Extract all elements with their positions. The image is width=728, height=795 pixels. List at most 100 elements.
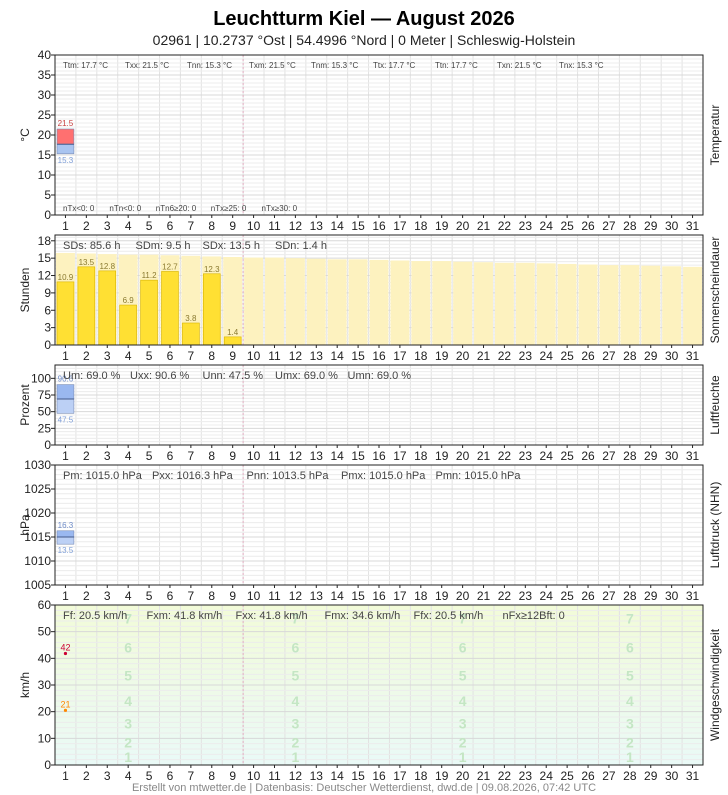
x-tick-label: 21 [477,769,491,783]
x-tick-label: 6 [167,769,174,783]
data-marks: 10.9 13.5 12.8 6.9 11.2 12.7 3.8 12.3 1.4 [56,252,702,346]
x-tick-label: 19 [435,769,449,783]
beaufort-mark: 3 [626,716,634,732]
x-tick-label: 17 [393,449,407,463]
x-tick-label: 10 [247,449,261,463]
stat-bottom: nTn<0: 0 [109,204,141,213]
x-tick-label: 15 [351,219,365,233]
x-tick-label: 30 [665,349,679,363]
stat-top: Fxx: 41.8 km/h [236,610,308,622]
x-tick-label: 19 [435,589,449,603]
x-tick-label: 25 [560,219,574,233]
x-tick-label: 14 [331,769,345,783]
x-tick-label: 1 [62,219,69,233]
data-label-sunshine: 1.4 [227,328,239,337]
x-tick-label: 14 [331,449,345,463]
x-tick-label: 20 [456,349,470,363]
x-tick-label: 15 [351,449,365,463]
panel-pressure: 16.3 13.5 Pm: 1015.0 hPa Pxx: 1016.3 hPa Pnn… [18,458,722,603]
y-tick-label: 50 [38,625,52,639]
stat-top: Tnm: 15.3 °C [311,61,358,70]
y-tick-label: 3 [44,321,51,335]
bar-possible-sunshine [244,257,264,345]
x-tick-label: 18 [414,589,428,603]
x-tick-label: 9 [229,349,236,363]
x-tick-label: 31 [686,219,700,233]
y-axis-ticks: 0 3 6 9 12 15 18 [38,234,55,352]
x-tick-label: 16 [372,449,386,463]
x-tick-label: 4 [125,589,132,603]
beaufort-mark: 5 [459,668,467,684]
x-tick-label: 2 [83,219,90,233]
panel-background [55,465,703,585]
bar-sunshine [77,266,96,346]
beaufort-mark: 2 [291,734,299,750]
bar-lower-pressure [56,536,75,545]
beaufort-mark: 5 [626,668,634,684]
y-tick-label: 15 [38,251,52,265]
data-label-sunshine: 12.3 [204,265,220,274]
data-label-sunshine: 6.9 [123,296,135,305]
x-tick-label: 11 [268,769,281,783]
x-tick-label: 27 [602,349,616,363]
stat-top: Pm: 1015.0 hPa [63,470,143,482]
x-tick-label: 12 [289,589,303,603]
x-tick-label: 28 [623,589,637,603]
x-tick-label: 31 [686,589,700,603]
x-tick-label: 3 [104,449,111,463]
y-tick-label: 0 [44,438,51,452]
beaufort-mark: 4 [459,693,467,709]
y-tick-label: 6 [44,303,51,317]
stat-top: Txx: 21.5 °C [125,61,169,70]
x-tick-label: 6 [167,219,174,233]
bar-possible-sunshine [306,258,326,345]
y-tick-label: 15 [38,148,52,162]
y-tick-label: 10 [38,731,52,745]
y-tick-label: 40 [38,651,52,665]
x-tick-label: 23 [519,349,533,363]
x-tick-label: 4 [125,769,132,783]
bar-possible-sunshine [432,261,452,345]
y-tick-label: 40 [38,48,52,62]
x-tick-label: 14 [331,589,345,603]
stat-top: Uxx: 90.6 % [130,370,190,382]
side-axis-label: Sonnenscheindauer [708,237,722,344]
stat-top: Ttx: 17.7 °C [373,61,416,70]
x-tick-label: 3 [104,349,111,363]
stat-bottom: nTn6≥20: 0 [156,204,197,213]
x-tick-label: 2 [83,589,90,603]
beaufort-mark: 3 [291,716,299,732]
x-tick-label: 24 [540,769,554,783]
x-tick-label: 5 [146,219,153,233]
x-tick-label: 15 [351,349,365,363]
y-axis-ticks: 0 25 50 75 100 [31,371,55,452]
bar-possible-sunshine [265,257,284,345]
data-label-wind-mean: 21 [60,699,70,709]
stat-top: Umn: 69.0 % [348,370,412,382]
y-tick-label: 30 [38,678,52,692]
stat-top: Tnx: 15.3 °C [559,61,604,70]
x-tick-label: 13 [310,449,324,463]
beaufort-mark: 7 [626,610,634,626]
bar-sunshine [203,273,221,346]
x-tick-label: 10 [247,349,261,363]
panel-statistics: Um: 69.0 % Uxx: 90.6 % Unn: 47.5 % Umx: 69.… [63,370,411,382]
bar-possible-sunshine [348,259,368,345]
x-tick-label: 18 [414,219,428,233]
x-tick-label: 16 [372,589,386,603]
data-marks: 90.647.5 [56,375,75,424]
chart-panels: 21.5 15.3 Ttm: 17.7 °C Txx: 21.5 °C Tnn: 15.… [18,48,722,783]
stat-top: Pxx: 1016.3 hPa [152,470,234,482]
x-tick-label: 5 [146,769,153,783]
bar-sunshine [98,270,117,346]
x-tick-label: 26 [581,589,595,603]
y-tick-label: 0 [44,208,51,222]
y-tick-label: 35 [38,68,52,82]
bar-upper-temperature [56,128,75,145]
bar-possible-sunshine [327,259,347,345]
x-tick-label: 25 [560,769,574,783]
x-tick-label: 20 [456,769,470,783]
x-axis-ticks: 1 2 3 4 5 6 7 8 9 10 11 12 13 14 15 16 17 18 19 20 21 22 23 24 2… [62,345,700,363]
y-tick-label: 100 [31,371,51,385]
bar-possible-sunshine [683,266,702,345]
